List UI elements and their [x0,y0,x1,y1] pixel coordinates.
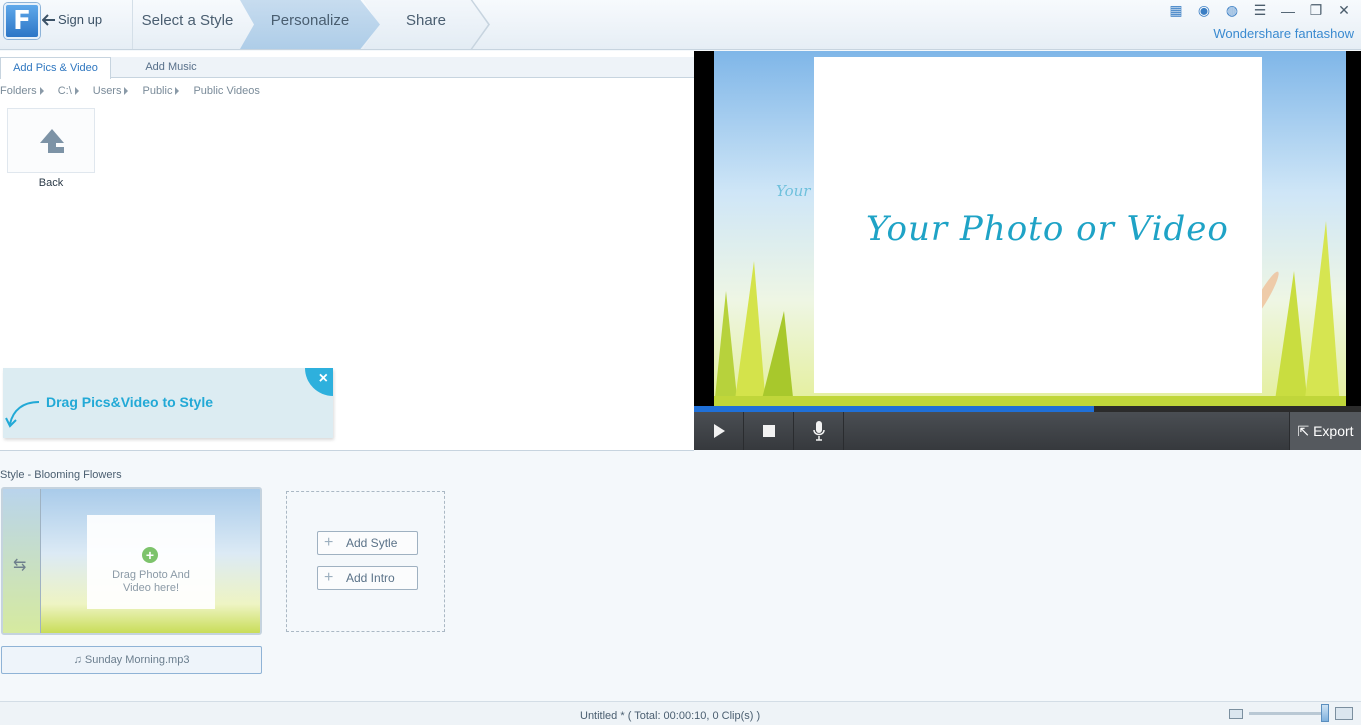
breadcrumb-public[interactable]: Public [142,85,180,97]
chevron-right-icon [124,87,129,95]
tab-add-pics-video[interactable]: Add Pics & Video [0,57,111,79]
close-tip-button[interactable]: × [305,368,333,396]
swap-icon[interactable]: ⇆ [13,555,26,575]
restore-icon[interactable]: ❐ [1307,2,1325,19]
stop-button[interactable] [744,412,794,450]
chevron-right-icon [175,87,180,95]
brand-label: Wondershare fantashow [1213,26,1354,41]
back-arrow-icon [40,129,64,153]
add-style-button[interactable]: + Add Sytle [317,531,418,555]
zoom-control [1229,704,1353,722]
breadcrumb-label: Folders [0,85,37,97]
project-status: Untitled * ( Total: 00:00:10, 0 Clip(s) … [580,710,761,722]
drag-tip-banner: Drag Pics&Video to Style × [3,368,333,438]
export-button[interactable]: ⇱ Export [1289,412,1361,450]
playback-controls: ⇱ Export [694,412,1361,450]
chat-icon[interactable]: ◍ [1223,2,1241,19]
gift-icon[interactable]: ▦ [1167,2,1185,19]
breadcrumb-public-videos[interactable]: Public Videos [193,85,259,97]
chevron-right-icon [74,87,79,95]
breadcrumb-label: Public [142,85,173,97]
music-file-name: Sunday Morning.mp3 [84,654,190,666]
media-browser: Add Pics & Video Add Music Folders C:\ U… [0,51,694,451]
drop-hint-line: Drag Photo And [112,569,190,581]
add-intro-label: Add Intro [346,571,395,585]
step-share[interactable]: Share [364,0,488,49]
drag-tip-text: Drag Pics&Video to Style [46,394,214,410]
app-logo[interactable]: F [4,3,40,39]
small-image-icon[interactable] [1229,708,1243,719]
back-folder-tile[interactable] [7,108,95,173]
add-style-label: Add Sytle [346,536,398,550]
facebook-icon[interactable]: ◉ [1195,2,1213,19]
preview-title: Your Photo or Video [866,209,1229,249]
drop-hint: Drag Photo And Video here! [87,569,215,595]
preview-player: Your Your Photo or Video [694,51,1361,407]
stop-icon [762,425,775,437]
add-intro-button[interactable]: + Add Intro [317,566,418,590]
plus-icon: + [324,569,334,586]
plus-icon: + [324,534,334,551]
zoom-slider-thumb[interactable] [1321,704,1329,722]
menu-icon[interactable]: ☰ [1251,2,1269,19]
curved-arrow-icon [5,401,40,428]
back-label: Back [38,177,64,189]
music-track[interactable]: ♫ Sunday Morning.mp3 [1,646,262,674]
breadcrumb-label: Users [92,85,122,97]
zoom-slider[interactable] [1249,704,1329,722]
microphone-icon [812,421,825,441]
arrow-left-icon [42,13,55,26]
breadcrumb-label: Public Videos [193,85,260,97]
play-icon [713,424,725,438]
breadcrumb: Folders C:\ Users Public Public Videos [0,85,268,97]
export-icon: ⇱ [1297,423,1310,439]
tab-add-music[interactable]: Add Music [111,57,231,78]
breadcrumb-label: C:\ [57,85,72,97]
music-note-icon: ♫ [73,654,82,666]
preview-small-text: Your [776,182,811,200]
play-button[interactable] [694,412,744,450]
add-media-icon: + [142,547,158,563]
close-icon[interactable]: ✕ [1335,2,1353,19]
record-voice-button[interactable] [794,412,844,450]
sign-up-label: Sign up [58,12,103,27]
drop-hint-line: Video here! [122,582,180,594]
media-tabs: Add Pics & Video Add Music [0,57,694,79]
step-personalize[interactable]: Personalize [240,0,380,49]
export-label: Export [1313,423,1354,439]
breadcrumb-folders[interactable]: Folders [0,85,44,97]
style-slot[interactable]: ⇆ + Drag Photo And Video here! [1,487,262,635]
add-slot-area: + Add Sytle + Add Intro [286,491,445,632]
step-select-style[interactable]: Select a Style [132,0,242,49]
top-bar: F Sign up Select a Style Share Personali… [0,0,1361,50]
preview-canvas: Your Your Photo or Video [714,51,1346,407]
chevron-right-icon [39,87,44,95]
breadcrumb-c-drive[interactable]: C:\ [58,85,79,97]
large-image-icon[interactable] [1335,707,1353,720]
window-controls: ▦ ◉ ◍ ☰ — ❐ ✕ [1167,2,1353,19]
minimize-icon[interactable]: — [1279,3,1297,19]
status-bar: Untitled * ( Total: 00:00:10, 0 Clip(s) … [0,701,1361,725]
breadcrumb-users[interactable]: Users [93,85,129,97]
style-label: Style - Blooming Flowers [0,469,122,481]
sign-up-button[interactable]: Sign up [42,12,102,27]
